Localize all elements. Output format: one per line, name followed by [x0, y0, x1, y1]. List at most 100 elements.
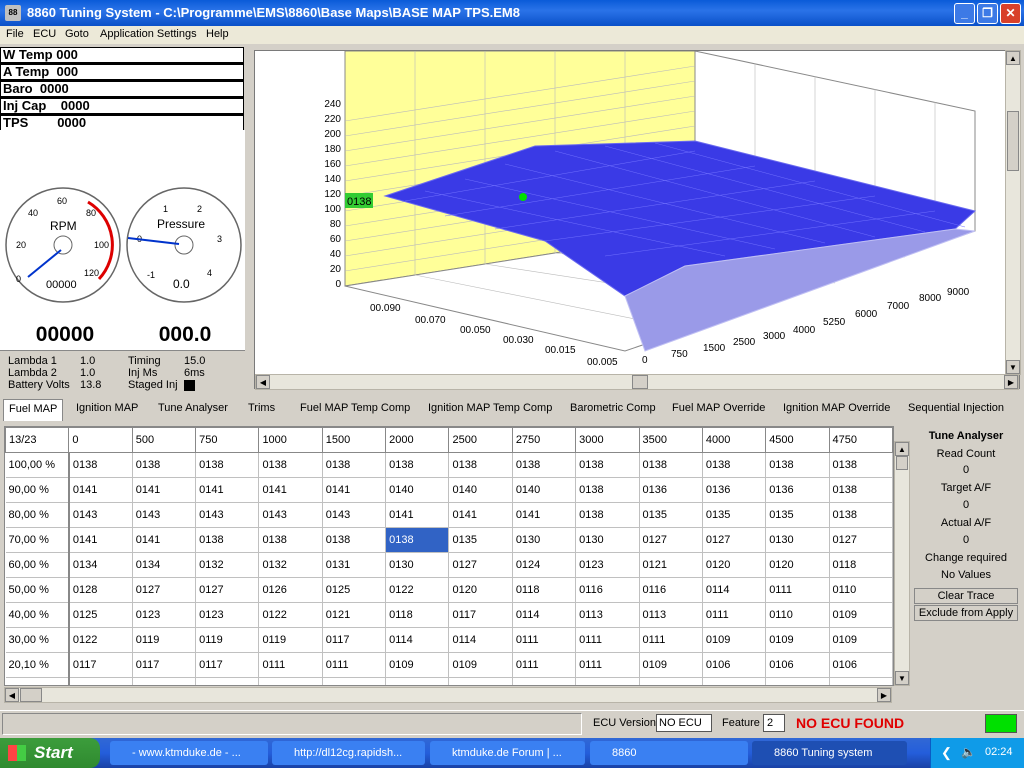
map-cell[interactable]: 0106 [702, 677, 767, 685]
map-cell[interactable]: 0111 [258, 677, 323, 685]
map-cell[interactable]: 0119 [195, 627, 260, 653]
map-cell[interactable]: 0138 [575, 477, 640, 503]
map-cell[interactable]: 0111 [512, 652, 577, 678]
chart-vscroll[interactable]: ▲ ▼ [1005, 50, 1021, 375]
map-cell[interactable]: 0138 [639, 452, 703, 478]
scroll-left-icon[interactable]: ◀ [5, 688, 19, 702]
map-cell[interactable]: 0106 [702, 652, 767, 678]
scroll-up-icon[interactable]: ▲ [895, 442, 909, 456]
map-cell[interactable]: 0127 [639, 527, 703, 553]
map-cell[interactable]: 0141 [68, 477, 133, 503]
map-cell[interactable]: 0132 [258, 552, 323, 578]
clear-trace-button[interactable]: Clear Trace [914, 588, 1018, 604]
map-cell[interactable]: 0141 [385, 502, 450, 528]
map-cell[interactable]: 0141 [258, 477, 323, 503]
scroll-down-icon[interactable]: ▼ [895, 671, 909, 685]
map-cell[interactable]: 0130 [385, 552, 450, 578]
map-cell[interactable]: 0111 [258, 652, 323, 678]
map-cell[interactable]: 0135 [639, 502, 703, 528]
map-cell[interactable]: 0123 [132, 602, 197, 628]
map-cell[interactable]: 0141 [448, 502, 513, 528]
taskbar-item-ktmduke[interactable]: - www.ktmduke.de - ... [110, 741, 268, 765]
map-cell[interactable]: 0138 [385, 527, 450, 553]
menu-goto[interactable]: Goto [65, 28, 89, 40]
map-cell[interactable]: 0103 [829, 677, 893, 685]
grid-vscroll[interactable]: ▲ ▼ [894, 441, 910, 686]
exclude-from-apply-button[interactable]: Exclude from Apply [914, 605, 1018, 621]
tab-fuel-map-override[interactable]: Fuel MAP Override [672, 402, 765, 414]
map-cell[interactable]: 0127 [702, 527, 767, 553]
map-cell[interactable]: 0122 [258, 602, 323, 628]
map-cell[interactable]: 0143 [195, 502, 260, 528]
map-cell[interactable]: 0110 [829, 577, 893, 603]
map-cell[interactable]: 0143 [132, 502, 197, 528]
map-cell[interactable]: 0114 [702, 577, 767, 603]
map-cell[interactable]: 0138 [322, 452, 387, 478]
map-cell[interactable]: 0141 [132, 527, 197, 553]
tab-tune-analyser[interactable]: Tune Analyser [158, 402, 228, 414]
map-cell[interactable]: 0109 [639, 652, 703, 678]
map-cell[interactable]: 0119 [258, 627, 323, 653]
menu-help[interactable]: Help [206, 28, 229, 40]
map-cell[interactable]: 0138 [385, 452, 450, 478]
taskbar-item-forum[interactable]: ktmduke.de Forum | ... [430, 741, 585, 765]
map-cell[interactable]: 0117 [68, 652, 133, 678]
minimize-button[interactable]: _ [954, 3, 975, 24]
close-button[interactable]: ✕ [1000, 3, 1021, 24]
map-cell[interactable]: 0138 [702, 452, 767, 478]
map-cell[interactable]: 0123 [195, 602, 260, 628]
taskbar-item-rapidshare[interactable]: http://dl12cg.rapidsh... [272, 741, 425, 765]
map-cell[interactable]: 0135 [448, 527, 513, 553]
scroll-down-icon[interactable]: ▼ [1006, 360, 1020, 374]
tab-trims[interactable]: Trims [248, 402, 275, 414]
tab-ignition-map-temp-comp[interactable]: Ignition MAP Temp Comp [428, 402, 552, 414]
scroll-right-icon[interactable]: ▶ [1004, 375, 1018, 389]
map-cell[interactable]: 0109 [829, 627, 893, 653]
map-cell[interactable]: 0109 [765, 627, 830, 653]
scroll-up-icon[interactable]: ▲ [1006, 51, 1020, 65]
map-cell[interactable]: 0111 [512, 627, 577, 653]
map-cell[interactable]: 0138 [132, 452, 197, 478]
map-cell[interactable]: 0113 [639, 602, 703, 628]
map-cell[interactable]: 0143 [258, 502, 323, 528]
map-cell[interactable]: 0138 [575, 502, 640, 528]
map-cell[interactable]: 0138 [575, 452, 640, 478]
map-cell[interactable]: 0111 [765, 577, 830, 603]
menu-ecu[interactable]: ECU [33, 28, 56, 40]
menu-application-settings[interactable]: Application Settings [100, 28, 197, 40]
map-cell[interactable]: 0117 [132, 652, 197, 678]
tab-sequential-injection[interactable]: Sequential Injection [908, 402, 1004, 414]
map-cell[interactable]: 0103 [765, 677, 830, 685]
map-cell[interactable]: 0140 [512, 477, 577, 503]
map-cell[interactable]: 0130 [575, 527, 640, 553]
map-cell[interactable]: 0135 [765, 502, 830, 528]
map-cell[interactable]: 0134 [132, 552, 197, 578]
map-cell[interactable]: 0103 [639, 677, 703, 685]
tab-ignition-map[interactable]: Ignition MAP [76, 402, 138, 414]
map-cell[interactable]: 0103 [448, 677, 513, 685]
map-cell[interactable]: 0109 [575, 677, 640, 685]
map-cell[interactable]: 0130 [512, 527, 577, 553]
map-cell[interactable]: 0125 [322, 577, 387, 603]
map-cell[interactable]: 0121 [639, 552, 703, 578]
map-cell[interactable]: 0114 [512, 602, 577, 628]
map-cell[interactable]: 0138 [258, 527, 323, 553]
map-cell[interactable]: 0125 [68, 602, 133, 628]
map-cell[interactable]: 0128 [68, 577, 133, 603]
map-cell[interactable]: 0114 [385, 627, 450, 653]
map-cell[interactable]: 0127 [195, 577, 260, 603]
taskbar-item-tuning-system[interactable]: 8860 Tuning system [752, 741, 907, 765]
map-cell[interactable]: 0141 [68, 527, 133, 553]
map-cell[interactable]: 0116 [639, 577, 703, 603]
map-cell[interactable]: 0141 [322, 477, 387, 503]
map-cell[interactable]: 0118 [829, 552, 893, 578]
map-cell[interactable]: 0132 [195, 552, 260, 578]
map-cell[interactable]: 0120 [702, 552, 767, 578]
map-cell[interactable]: 0136 [702, 477, 767, 503]
scroll-thumb[interactable] [896, 456, 908, 470]
map-cell[interactable]: 0117 [322, 627, 387, 653]
map-cell[interactable]: 0138 [195, 527, 260, 553]
map-cell[interactable]: 0109 [448, 652, 513, 678]
map-cell[interactable]: 0136 [765, 477, 830, 503]
map-cell[interactable]: 0138 [195, 452, 260, 478]
